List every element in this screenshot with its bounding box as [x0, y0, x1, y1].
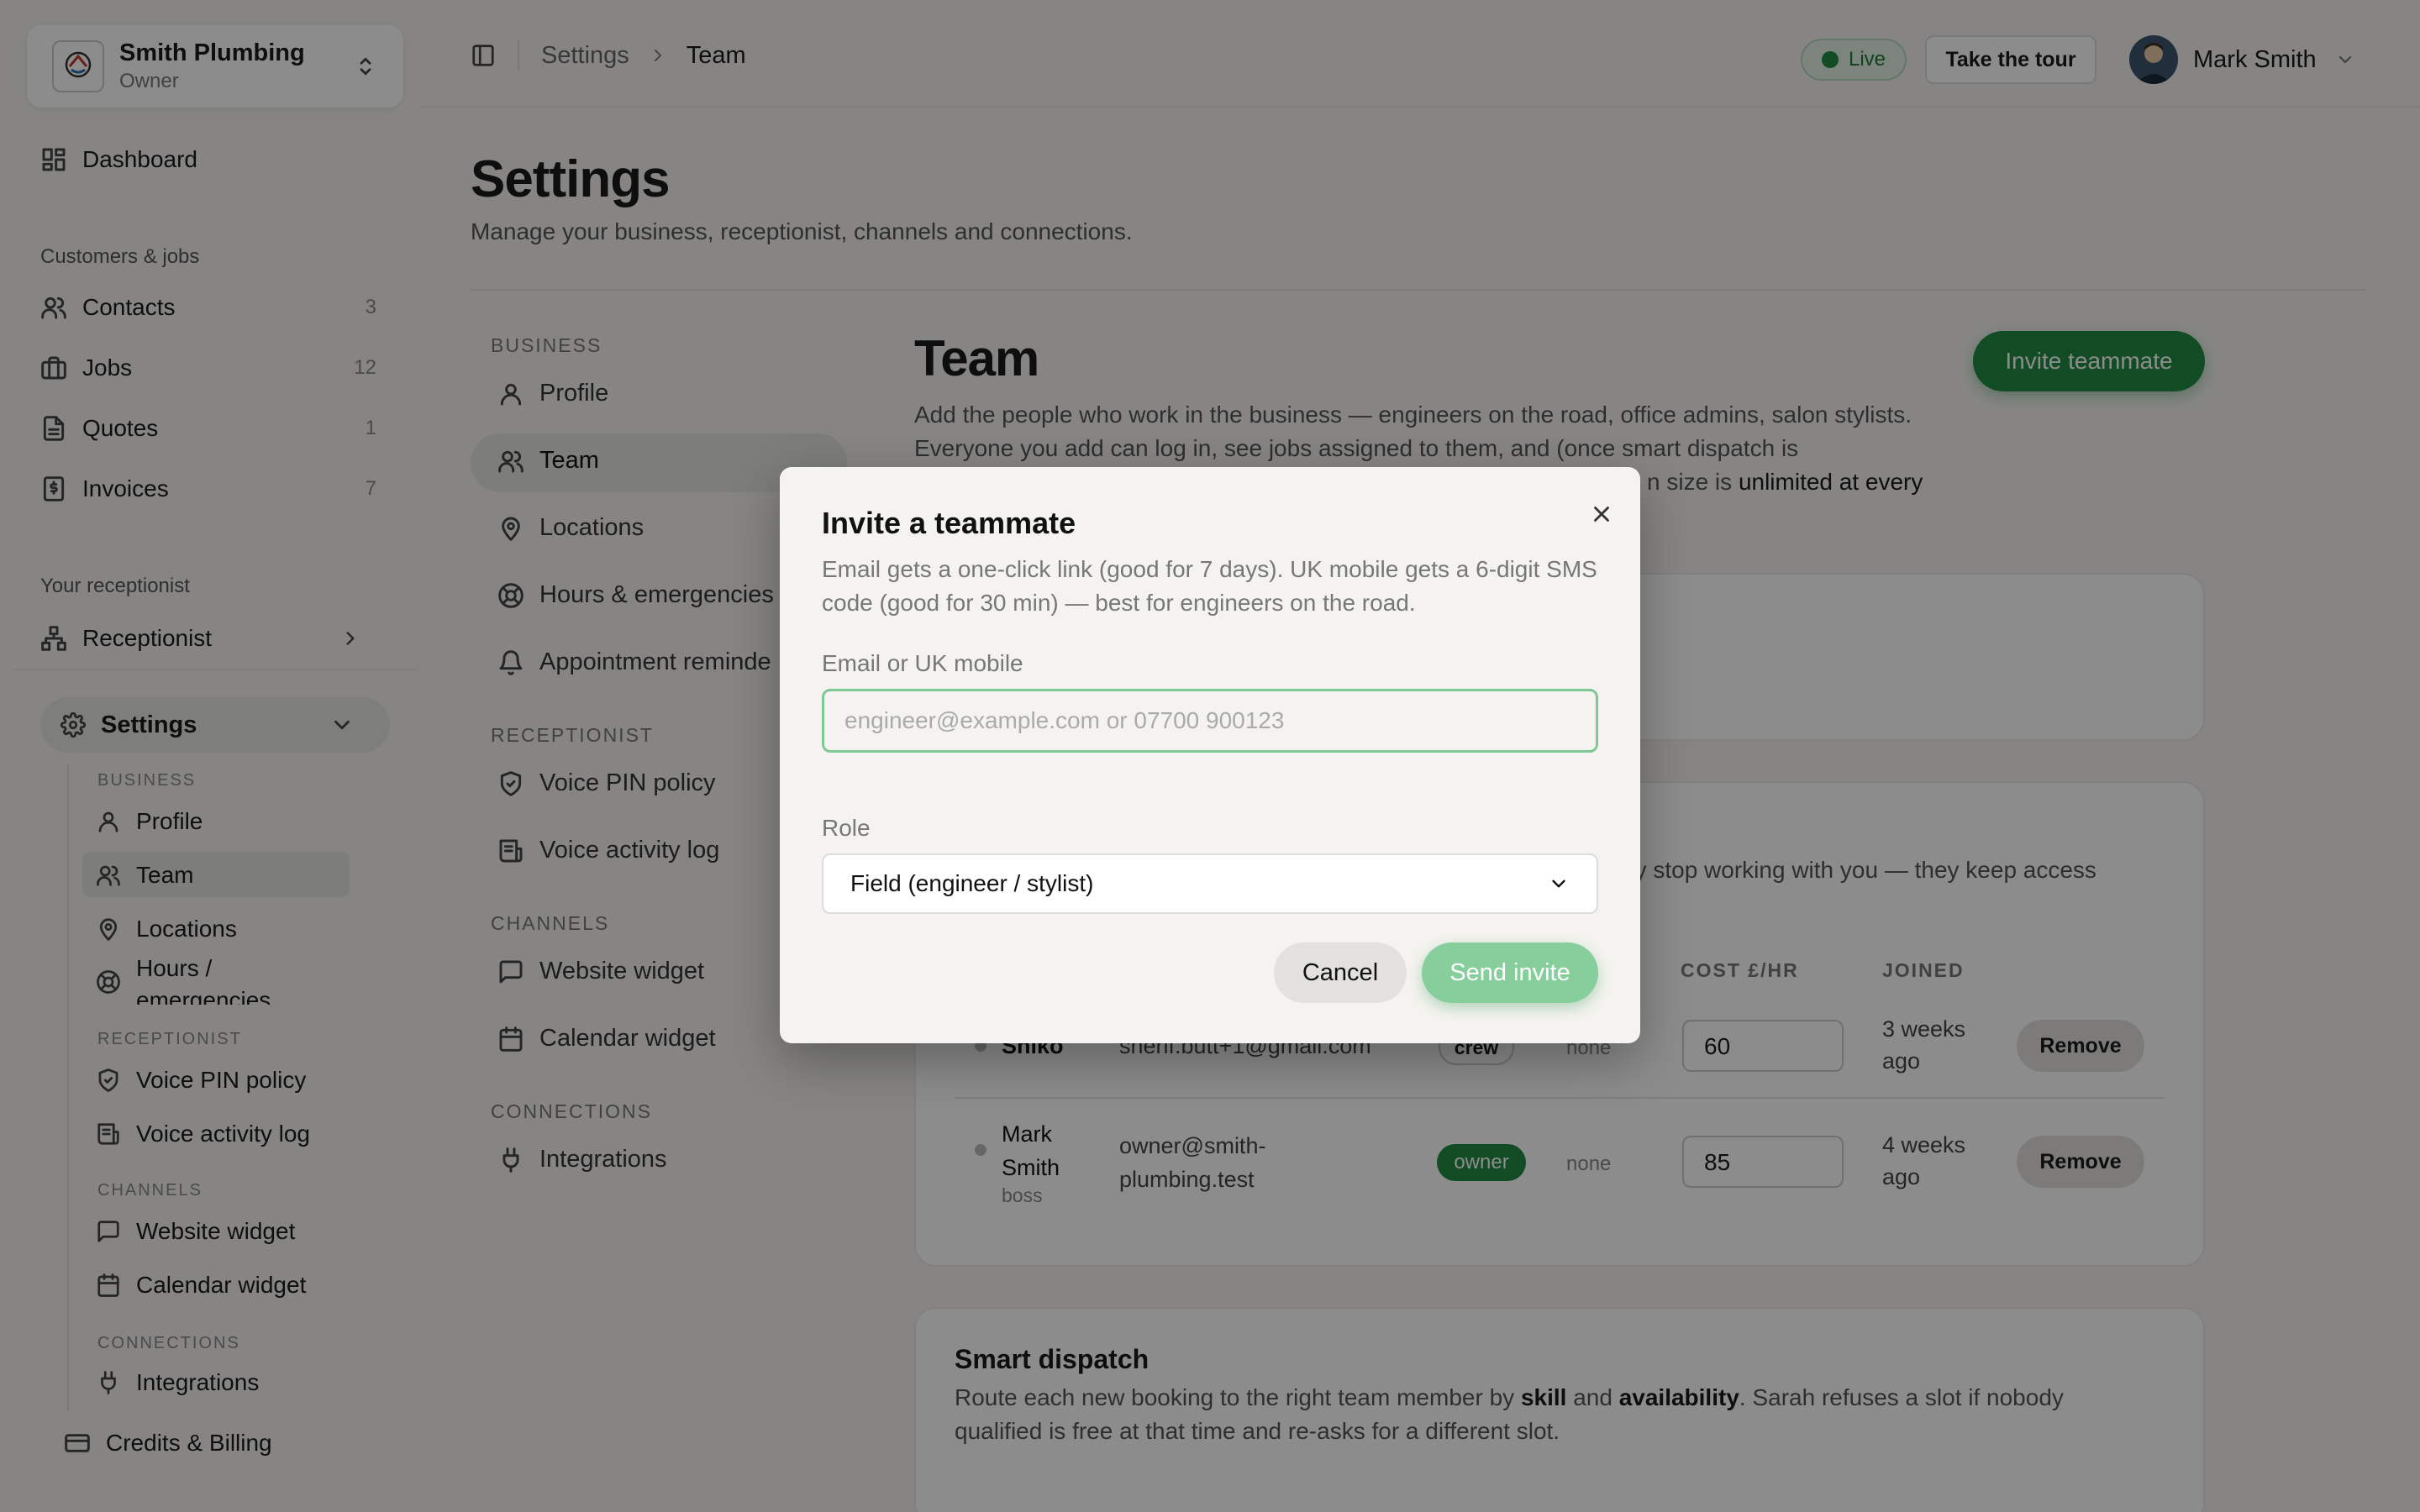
dialog-title: Invite a teammate — [822, 506, 1076, 540]
contact-field-label: Email or UK mobile — [822, 650, 1023, 676]
send-invite-button[interactable]: Send invite — [1422, 942, 1598, 1003]
role-field-label: Role — [822, 815, 871, 841]
cancel-button[interactable]: Cancel — [1274, 942, 1407, 1003]
role-select-value: Field (engineer / stylist) — [850, 870, 1094, 896]
close-button[interactable] — [1585, 497, 1618, 531]
chevron-down-icon — [1552, 879, 1565, 888]
contact-input[interactable] — [822, 689, 1598, 753]
role-select[interactable]: Field (engineer / stylist) — [822, 853, 1598, 914]
invite-teammate-dialog: Invite a teammate Email gets a one-click… — [780, 467, 1640, 1043]
close-icon — [1594, 507, 1609, 522]
dialog-description: Email gets a one-click link (good for 7 … — [822, 556, 1597, 616]
